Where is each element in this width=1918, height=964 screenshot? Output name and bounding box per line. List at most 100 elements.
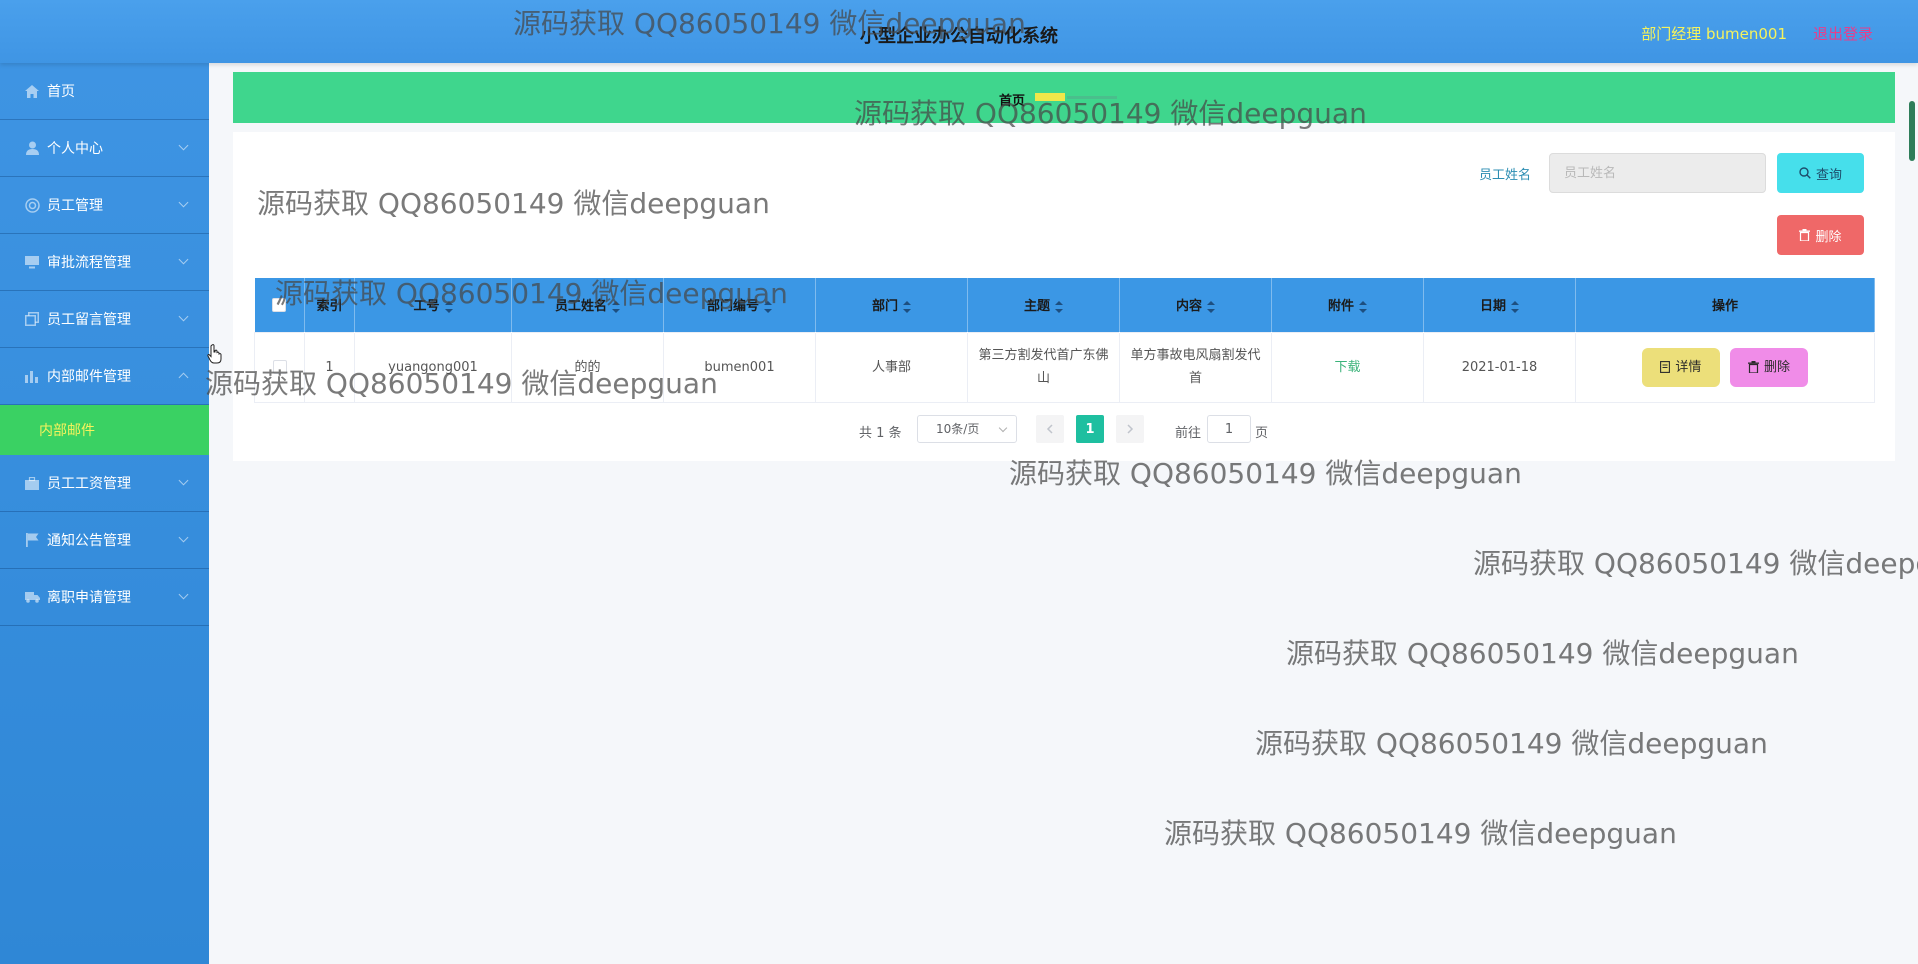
sidebar-item-label: 离职申请管理 [47,590,131,606]
breadcrumb-home[interactable]: 首页 [999,90,1025,109]
sort-icon[interactable] [903,300,911,313]
table-row: 1 yuangong001 的的 bumen001 人事部 第三方割发代首广东佛… [254,331,1875,403]
sidebar-subitem-internal-mail[interactable]: 内部邮件 [0,405,209,455]
home-icon [24,83,40,99]
breadcrumb-highlight [1035,93,1065,101]
page-size-select[interactable]: 10条/页 [917,415,1017,443]
sidebar-item-label: 员工管理 [47,198,103,214]
cell-index: 1 [304,331,355,403]
chevron-down-icon [178,197,189,208]
watermark-text: 源码获取 QQ86050149 微信deepguan [1255,727,1768,760]
sidebar-item-label: 个人中心 [47,141,103,157]
page-suffix-label: 页 [1255,426,1269,441]
column-header: 索引 [304,278,355,332]
column-header-sortable[interactable]: 附件 [1271,278,1424,332]
chevron-down-icon [998,423,1008,433]
chevron-down-icon [178,311,189,322]
bar-chart-icon [24,368,40,384]
column-header-sortable[interactable]: 部门编号 [663,278,816,332]
prev-page-button[interactable] [1036,415,1064,443]
sidebar-item-messages[interactable]: 员工留言管理 [0,291,209,348]
sidebar-item-employee[interactable]: 员工管理 [0,177,209,234]
sort-icon[interactable] [444,300,453,313]
column-header-sortable[interactable]: 工号 [354,278,512,332]
checkbox[interactable] [272,297,287,312]
search-icon [1799,167,1811,179]
column-header-sortable[interactable]: 主题 [967,278,1120,332]
column-header-sortable[interactable]: 部门 [815,278,968,332]
monitor-icon [24,254,40,270]
checkbox[interactable] [272,360,287,374]
table-header-row: 索引 工号 员工姓名 部门编号 部门 主题 内容 附件 日期 操作 [254,278,1875,332]
column-header: 操作 [1575,278,1875,332]
cell-dept: 人事部 [815,331,968,403]
document-icon [1660,361,1671,373]
column-header-sortable[interactable]: 日期 [1423,278,1576,332]
sidebar-item-home[interactable]: 首页 [0,63,209,120]
sidebar-item-label: 通知公告管理 [47,533,131,549]
row-checkbox-cell[interactable] [254,331,305,403]
page-number-current[interactable]: 1 [1076,415,1104,443]
sidebar-item-label: 首页 [47,84,75,100]
download-link[interactable]: 下载 [1334,360,1360,375]
scrollbar[interactable] [1909,101,1915,161]
trash-icon [1748,361,1760,373]
employee-name-search-input[interactable] [1549,153,1766,193]
sidebar-item-label: 内部邮件管理 [47,369,131,385]
chevron-down-icon [178,140,189,151]
logout-link[interactable]: 退出登录 [1813,23,1873,44]
page-size-value: 10条/页 [936,422,980,436]
delete-button-label: 删除 [1815,229,1842,245]
watermark-text: 源码获取 QQ86050149 微信deepguan [1473,547,1918,580]
cell-attachment: 下载 [1271,331,1424,403]
circle-icon [24,197,40,213]
sort-icon[interactable] [1055,300,1063,313]
goto-page-input[interactable] [1207,415,1251,443]
sidebar-item-internal-mail[interactable]: 内部邮件管理 [0,348,209,405]
user-info: 部门经理 bumen001 [1641,25,1787,43]
row-delete-button-label: 删除 [1764,359,1791,375]
sort-icon[interactable] [1359,300,1367,313]
next-page-button[interactable] [1116,415,1144,443]
row-delete-button[interactable]: 删除 [1730,347,1809,387]
column-header-sortable[interactable]: 员工姓名 [511,278,664,332]
user-icon [24,140,40,156]
flag-icon [24,532,40,548]
cell-subject: 第三方割发代首广东佛山 [967,331,1120,403]
briefcase-icon [24,475,40,491]
detail-button[interactable]: 详情 [1641,347,1720,387]
watermark-text: 源码获取 QQ86050149 微信deepguan [1164,817,1677,850]
chevron-down-icon [178,254,189,265]
select-all-checkbox[interactable] [254,278,305,332]
sort-icon[interactable] [612,300,620,313]
pagination: 共 1 条 10条/页 1 前往 页 [233,415,1895,445]
sidebar-item-resignation[interactable]: 离职申请管理 [0,569,209,626]
mail-table: 索引 工号 员工姓名 部门编号 部门 主题 内容 附件 日期 操作 1 yuan… [254,278,1875,403]
cell-job-no: yuangong001 [354,331,512,403]
sort-icon[interactable] [764,300,772,313]
sidebar-item-personal-center[interactable]: 个人中心 [0,120,209,177]
detail-button-label: 详情 [1675,359,1702,375]
sidebar-item-label: 员工留言管理 [47,312,131,328]
sidebar-item-salary[interactable]: 员工工资管理 [0,455,209,512]
cell-content: 单方事故电风扇割发代首 [1119,331,1272,403]
sidebar: 首页 个人中心 员工管理 审批流程管理 员工留言管理 内部邮件管理 内部邮件 员… [0,63,209,964]
query-button[interactable]: 查询 [1777,153,1864,193]
main-content: 员工姓名 查询 删除 索引 工号 员工姓名 部门编号 部门 主题 [233,132,1895,461]
sidebar-item-label: 审批流程管理 [47,255,131,271]
sidebar-item-approval[interactable]: 审批流程管理 [0,234,209,291]
sort-icon[interactable] [1511,300,1519,313]
goto-label: 前往 [1175,426,1202,441]
watermark-text: 源码获取 QQ86050149 微信deepguan [1286,637,1799,670]
chevron-down-icon [178,532,189,543]
column-header-sortable[interactable]: 内容 [1119,278,1272,332]
system-title: 小型企业办公自动化系统 [860,26,1058,47]
cell-actions: 详情 删除 [1575,331,1875,403]
batch-delete-button[interactable]: 删除 [1777,215,1864,255]
pagination-total: 共 1 条 [859,426,902,441]
sidebar-item-label: 员工工资管理 [47,476,131,492]
sort-icon[interactable] [1207,300,1215,313]
chevron-down-icon [178,589,189,600]
cell-dept-no: bumen001 [663,331,816,403]
sidebar-item-notice[interactable]: 通知公告管理 [0,512,209,569]
